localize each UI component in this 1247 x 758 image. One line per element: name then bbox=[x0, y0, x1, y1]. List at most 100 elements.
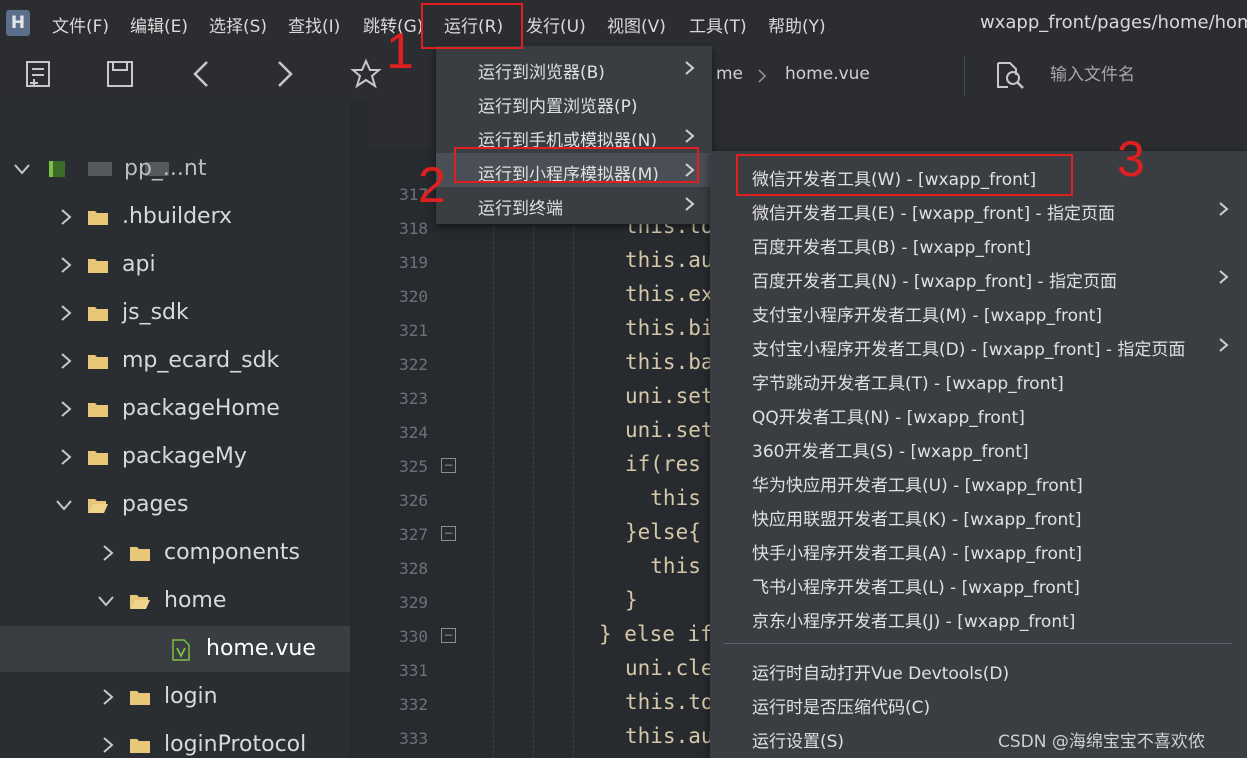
tree-item-label: js_sdk bbox=[122, 300, 189, 325]
tree-item-label: loginProtocol bbox=[164, 732, 307, 757]
chevron-right-icon[interactable] bbox=[56, 351, 76, 371]
forward-icon[interactable] bbox=[268, 58, 300, 90]
folder-icon bbox=[88, 307, 108, 321]
menu-item-label: 运行到浏览器(B) bbox=[478, 63, 605, 83]
baidu-devtools-page-item[interactable]: 百度开发者工具(N) - [wxapp_front] - 指定页面 bbox=[710, 260, 1247, 294]
back-icon[interactable] bbox=[186, 58, 218, 90]
auto-open-vue-devtools-item[interactable]: 运行时自动打开Vue Devtools(D) bbox=[710, 652, 1247, 686]
alipay-devtools-page-item[interactable]: 支付宝小程序开发者工具(D) - [wxapp_front] - 指定页面 bbox=[710, 328, 1247, 362]
tree-item-api[interactable]: api bbox=[0, 242, 350, 288]
line-number: 329 bbox=[399, 593, 428, 612]
menu-view[interactable]: 视图(V) bbox=[607, 12, 666, 37]
save-icon[interactable] bbox=[104, 58, 136, 90]
tree-item-home-vue[interactable]: home.vue bbox=[0, 626, 350, 672]
tree-item-loginprotocol[interactable]: loginProtocol bbox=[0, 722, 350, 758]
tree-item-components[interactable]: components bbox=[0, 530, 350, 576]
tree-item-packagemy[interactable]: packageMy bbox=[0, 434, 350, 480]
folder-icon bbox=[130, 547, 150, 561]
chevron-right-icon[interactable] bbox=[56, 303, 76, 323]
chevron-right-icon[interactable] bbox=[56, 447, 76, 467]
fold-toggle-icon[interactable]: − bbox=[441, 458, 456, 473]
code-line: this.au bbox=[625, 248, 714, 272]
line-number: 321 bbox=[399, 321, 428, 340]
chevron-right-icon[interactable] bbox=[56, 255, 76, 275]
code-line: this bbox=[625, 486, 701, 510]
run-to-terminal-item[interactable]: 运行到终端 bbox=[436, 187, 712, 221]
menu-find[interactable]: 查找(I) bbox=[288, 12, 340, 37]
tree-item-mp-ecard-sdk[interactable]: mp_ecard_sdk bbox=[0, 338, 350, 384]
file-search-icon bbox=[997, 62, 1024, 89]
fold-toggle-icon[interactable]: − bbox=[441, 526, 456, 541]
tree-item-pages[interactable]: pages bbox=[0, 482, 350, 528]
line-number: 327 bbox=[399, 525, 428, 544]
line-number: 323 bbox=[399, 389, 428, 408]
code-line: this.to bbox=[625, 690, 714, 714]
alipay-devtools-item[interactable]: 支付宝小程序开发者工具(M) - [wxapp_front] bbox=[710, 294, 1247, 328]
tree-item-project[interactable]: pp_...nt bbox=[0, 146, 350, 192]
360-devtools-item[interactable]: 360开发者工具(S) - [wxapp_front] bbox=[710, 430, 1247, 464]
menu-item-label: QQ开发者工具(N) - [wxapp_front] bbox=[752, 408, 1025, 428]
qq-devtools-item[interactable]: QQ开发者工具(N) - [wxapp_front] bbox=[710, 396, 1247, 430]
quickapp-alliance-devtools-item[interactable]: 快应用联盟开发者工具(K) - [wxapp_front] bbox=[710, 498, 1247, 532]
menu-tools[interactable]: 工具(T) bbox=[689, 12, 747, 37]
huawei-quickapp-devtools-item[interactable]: 华为快应用开发者工具(U) - [wxapp_front] bbox=[710, 464, 1247, 498]
chevron-down-icon[interactable] bbox=[12, 159, 32, 179]
run-to-builtin-browser-item[interactable]: 运行到内置浏览器(P) bbox=[436, 85, 712, 119]
fold-toggle-icon[interactable]: − bbox=[441, 628, 456, 643]
menu-help[interactable]: 帮助(Y) bbox=[768, 12, 826, 37]
indent-guide bbox=[573, 162, 574, 758]
breadcrumb-file[interactable]: home.vue bbox=[785, 64, 870, 84]
tree-item-label: pp_...nt bbox=[124, 156, 207, 181]
menu-select[interactable]: 选择(S) bbox=[209, 12, 267, 37]
line-number: 326 bbox=[399, 491, 428, 510]
menu-file[interactable]: 文件(F) bbox=[52, 12, 109, 37]
chevron-right-icon[interactable] bbox=[56, 207, 76, 227]
folder-icon bbox=[88, 211, 108, 225]
kuaishou-devtools-item[interactable]: 快手小程序开发者工具(A) - [wxapp_front] bbox=[710, 532, 1247, 566]
tree-item-home[interactable]: home bbox=[0, 578, 350, 624]
wechat-devtools-page-item[interactable]: 微信开发者工具(E) - [wxapp_front] - 指定页面 bbox=[710, 192, 1247, 226]
menu-item-label: 支付宝小程序开发者工具(D) - [wxapp_front] - 指定页面 bbox=[752, 340, 1186, 360]
jd-devtools-item[interactable]: 京东小程序开发者工具(J) - [wxapp_front] bbox=[710, 600, 1247, 634]
submenu-arrow-icon bbox=[685, 197, 695, 211]
tree-item-js-sdk[interactable]: js_sdk bbox=[0, 290, 350, 336]
line-number: 330 bbox=[399, 627, 428, 646]
menu-item-label: 运行到终端 bbox=[478, 199, 563, 219]
chevron-right-icon[interactable] bbox=[98, 735, 118, 755]
menu-item-label: 华为快应用开发者工具(U) - [wxapp_front] bbox=[752, 476, 1083, 496]
submenu-arrow-icon bbox=[685, 129, 695, 143]
line-number: 325 bbox=[399, 457, 428, 476]
menu-publish[interactable]: 发行(U) bbox=[526, 12, 586, 37]
code-line: this.au bbox=[625, 724, 714, 748]
file-search bbox=[990, 58, 1230, 94]
window-path-title: wxapp_front/pages/home/hom bbox=[980, 12, 1247, 33]
bytedance-devtools-item[interactable]: 字节跳动开发者工具(T) - [wxapp_front] bbox=[710, 362, 1247, 396]
chevron-right-icon[interactable] bbox=[56, 399, 76, 419]
feishu-devtools-item[interactable]: 飞书小程序开发者工具(L) - [wxapp_front] bbox=[710, 566, 1247, 600]
compress-code-item[interactable]: 运行时是否压缩代码(C) bbox=[710, 686, 1247, 720]
folder-icon bbox=[130, 739, 150, 753]
star-icon[interactable] bbox=[350, 58, 382, 90]
run-to-browser-item[interactable]: 运行到浏览器(B) bbox=[436, 51, 712, 85]
tree-item-hbuilderx[interactable]: .hbuilderx bbox=[0, 194, 350, 240]
tree-item-login[interactable]: login bbox=[0, 674, 350, 720]
menu-item-label: 360开发者工具(S) - [wxapp_front] bbox=[752, 442, 1029, 462]
menu-item-label: 运行设置(S) bbox=[752, 732, 845, 752]
submenu-arrow-icon bbox=[1219, 338, 1229, 352]
menu-edit[interactable]: 编辑(E) bbox=[130, 12, 188, 37]
chevron-right-icon[interactable] bbox=[98, 543, 118, 563]
folder-open-icon bbox=[88, 499, 108, 513]
csdn-watermark: CSDN @海绵宝宝不喜欢侬 bbox=[998, 732, 1205, 752]
breadcrumb-folder[interactable]: me bbox=[716, 64, 743, 84]
tree-item-packagehome[interactable]: packageHome bbox=[0, 386, 350, 432]
file-search-input[interactable] bbox=[1050, 62, 1220, 88]
run-menu: 运行到浏览器(B) 运行到内置浏览器(P) 运行到手机或模拟器(N) 运行到小程… bbox=[436, 46, 712, 224]
baidu-devtools-item[interactable]: 百度开发者工具(B) - [wxapp_front] bbox=[710, 226, 1247, 260]
chevron-right-icon[interactable] bbox=[98, 687, 118, 707]
tree-item-label: home.vue bbox=[206, 636, 316, 661]
new-file-icon[interactable] bbox=[22, 58, 54, 90]
chevron-down-icon[interactable] bbox=[96, 591, 116, 611]
line-number: 331 bbox=[399, 661, 428, 680]
menu-item-label: 飞书小程序开发者工具(L) - [wxapp_front] bbox=[752, 578, 1080, 598]
chevron-down-icon[interactable] bbox=[54, 495, 74, 515]
